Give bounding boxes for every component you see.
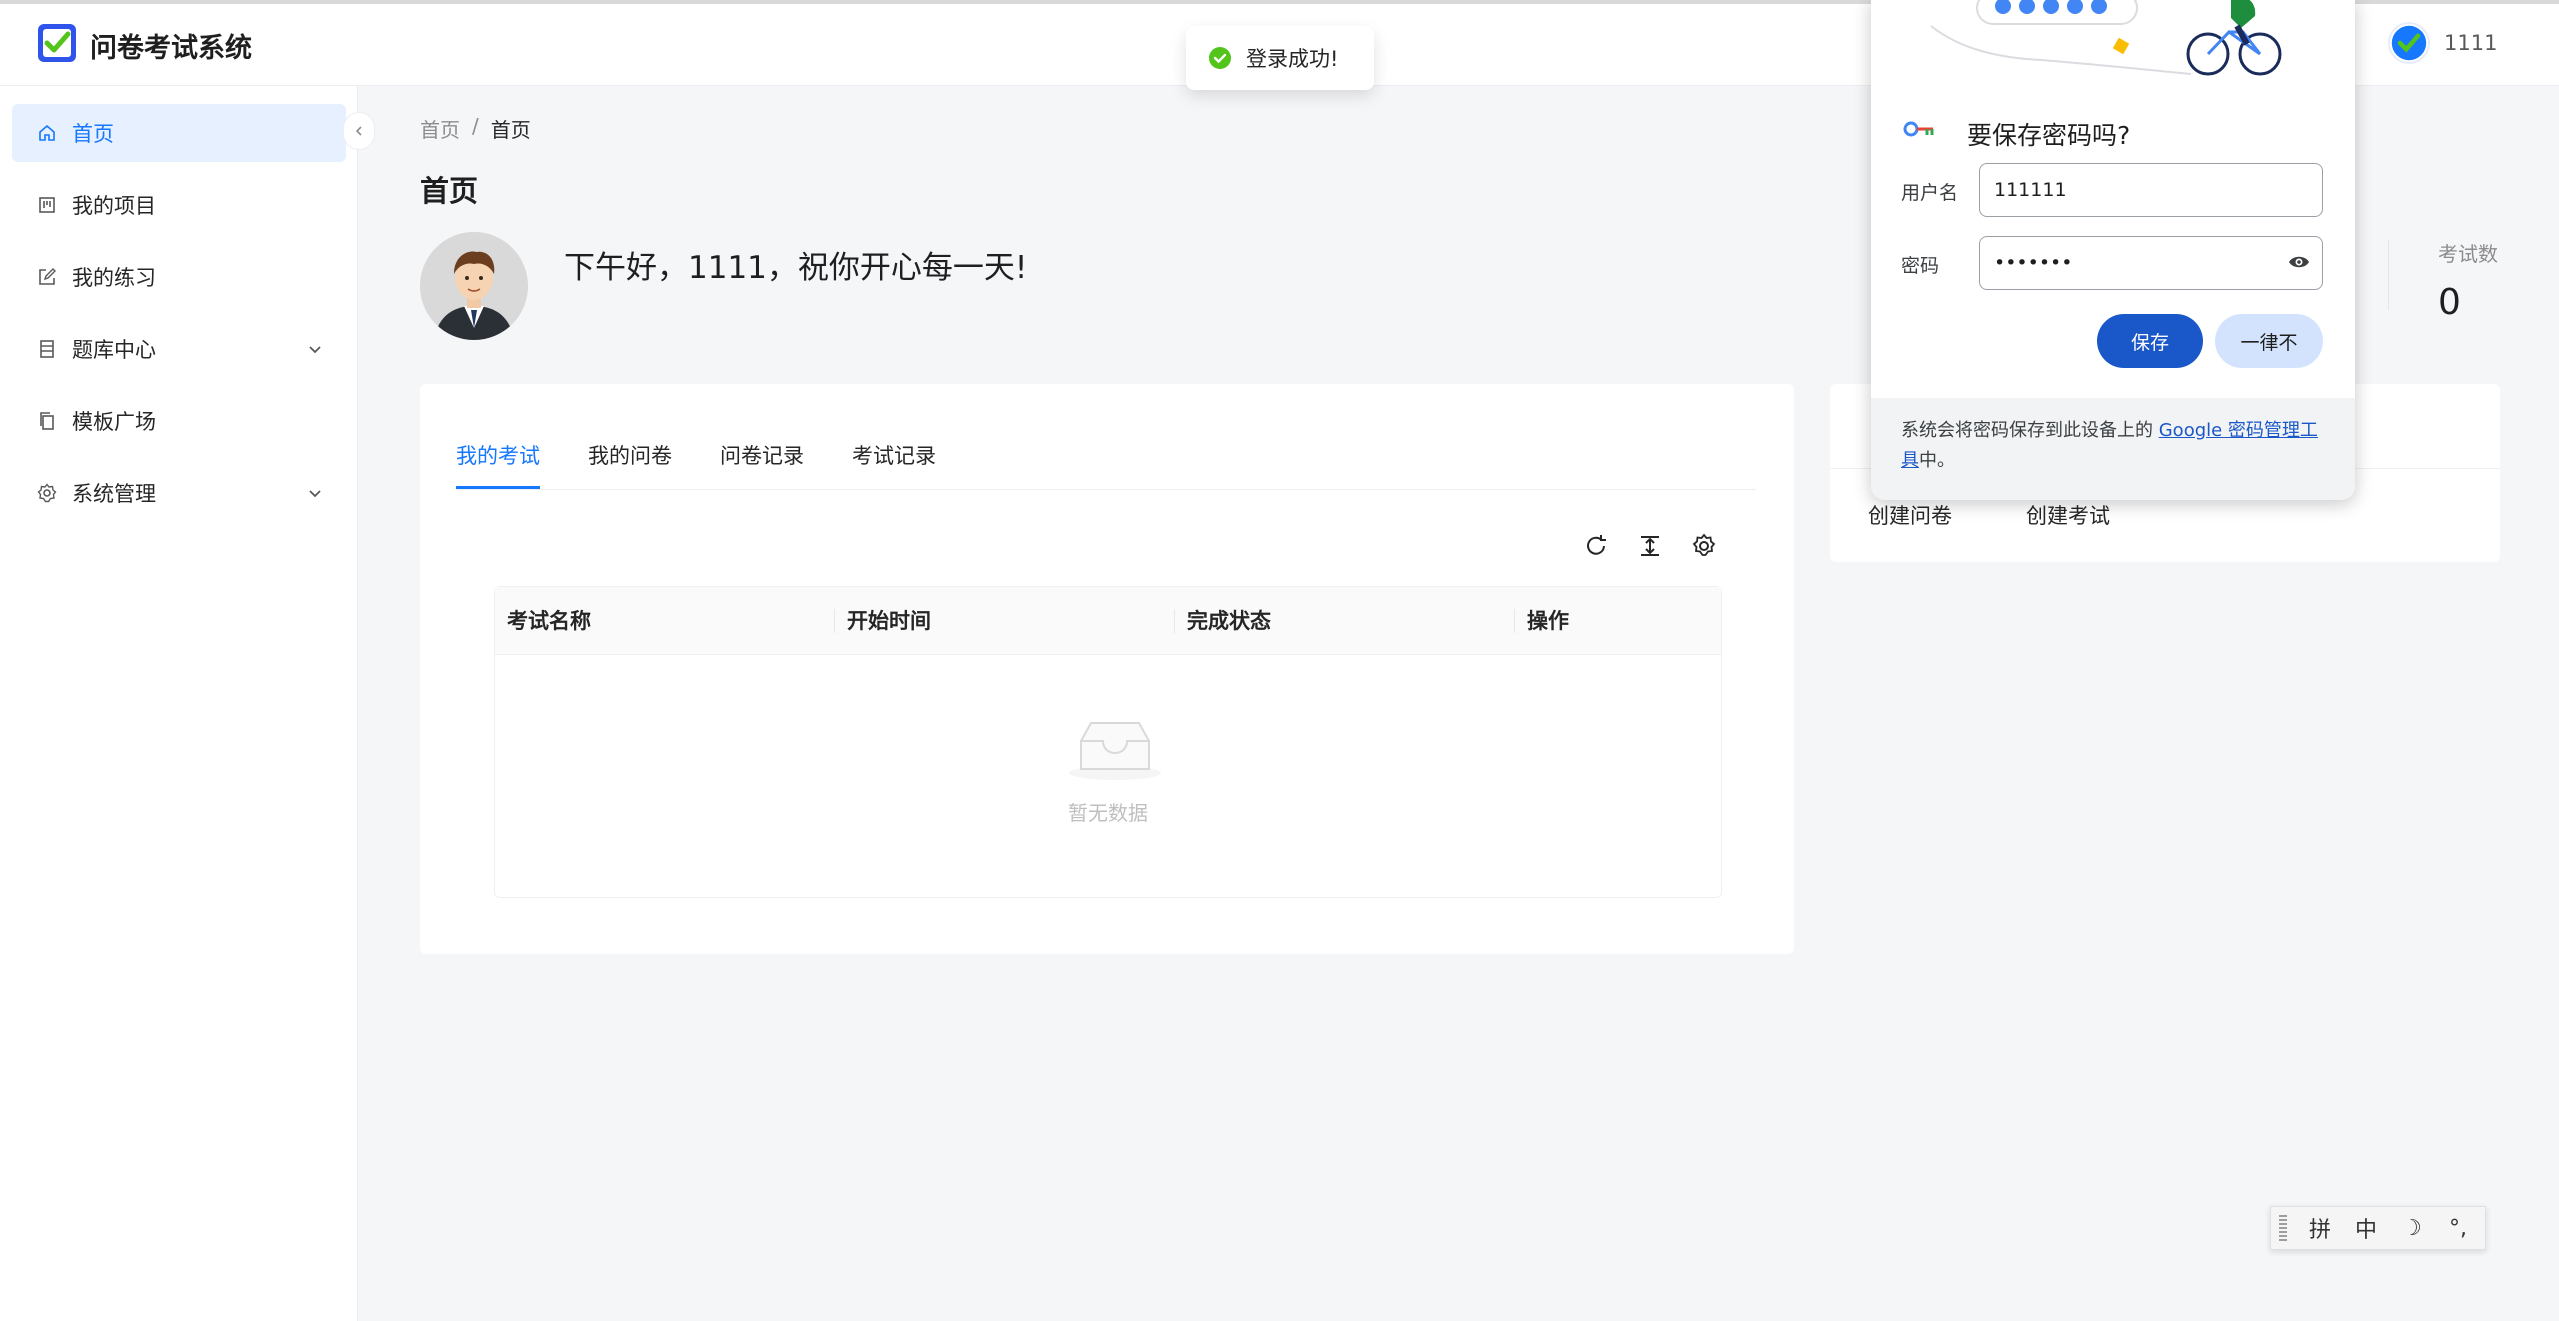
ime-pinyin-button[interactable]: 拼 <box>2297 1212 2343 1244</box>
save-password-dialog: 要保存密码吗? 用户名 111111 密码 ••••••• 保存 一律不 系统会… <box>1871 0 2355 500</box>
database-icon <box>36 338 58 360</box>
password-label: 密码 <box>1901 255 1940 277</box>
exams-table: 考试名称 开始时间 完成状态 操作 暂无数据 <box>494 586 1722 898</box>
reload-icon[interactable] <box>1582 532 1610 560</box>
column-header-actions: 操作 <box>1527 609 1569 633</box>
username-label: 用户名 <box>1901 182 1959 204</box>
empty-text: 暂无数据 <box>1068 801 1148 825</box>
profile-avatar <box>420 232 528 340</box>
sidebar-item-label: 我的练习 <box>72 266 156 290</box>
user-avatar-icon <box>2388 22 2430 64</box>
home-icon <box>36 122 58 144</box>
app-title: 问卷考试系统 <box>90 33 252 64</box>
active-tab-indicator <box>456 486 540 489</box>
username-field[interactable]: 111111 <box>1979 163 2323 217</box>
sidebar-item-label: 系统管理 <box>72 482 156 506</box>
password-footer: 系统会将密码保存到此设备上的 Google 密码管理工具中。 <box>1871 398 2355 500</box>
sidebar-item-question-bank[interactable]: 题库中心 <box>12 320 346 378</box>
password-illustration <box>1930 0 2282 76</box>
ime-toolbar: 拼 中 ☽ °, <box>2270 1206 2486 1250</box>
column-header-exam-name: 考试名称 <box>507 609 591 633</box>
footer-text: 系统会将密码保存到此设备上的 <box>1901 420 2153 441</box>
column-header-status: 完成状态 <box>1187 609 1271 633</box>
sidebar-item-system[interactable]: 系统管理 <box>12 464 346 522</box>
stat-divider <box>2388 240 2389 310</box>
save-password-button[interactable]: 保存 <box>2097 314 2203 368</box>
save-password-title: 要保存密码吗? <box>1967 121 2131 150</box>
create-survey-link[interactable]: 创建问卷 <box>1868 500 1952 530</box>
sidebar-item-label: 我的项目 <box>72 194 156 218</box>
gear-icon <box>36 482 58 504</box>
table-header: 考试名称 开始时间 完成状态 操作 <box>495 587 1721 655</box>
password-field[interactable]: ••••••• <box>1979 236 2323 290</box>
ime-halfwidth-button[interactable]: ☽ <box>2389 1216 2435 1241</box>
logo-icon[interactable] <box>36 22 78 64</box>
success-toast: 登录成功! <box>1186 26 1374 90</box>
sidebar-item-label: 首页 <box>72 122 114 146</box>
breadcrumb-separator: / <box>472 114 479 138</box>
tab-exam-records[interactable]: 考试记录 <box>852 440 936 490</box>
sidebar-item-label: 题库中心 <box>72 338 156 362</box>
key-icon <box>1903 121 1934 137</box>
greeting-text: 下午好，1111，祝你开心每一天! <box>564 250 1028 286</box>
tab-survey-records[interactable]: 问卷记录 <box>720 440 804 490</box>
chevron-down-icon <box>309 346 321 354</box>
project-icon <box>36 194 58 216</box>
user-menu[interactable]: 1111 <box>2388 22 2497 64</box>
create-exam-link[interactable]: 创建考试 <box>2026 500 2110 530</box>
user-name: 1111 <box>2444 31 2498 55</box>
sidebar-item-templates[interactable]: 模板广场 <box>12 392 346 450</box>
password-value: ••••••• <box>1994 252 2073 274</box>
page-title: 首页 <box>420 174 479 208</box>
breadcrumb-current: 首页 <box>490 118 531 142</box>
column-height-icon[interactable] <box>1636 532 1664 560</box>
tab-my-surveys[interactable]: 我的问卷 <box>588 440 672 490</box>
sidebar-item-practice[interactable]: 我的练习 <box>12 248 346 306</box>
chevron-left-icon <box>355 126 362 136</box>
edit-icon <box>36 266 58 288</box>
chevron-down-icon <box>309 490 321 498</box>
check-circle-icon <box>1209 47 1231 69</box>
records-tabs: 我的考试 我的问卷 问卷记录 考试记录 <box>456 440 1756 490</box>
column-header-start-time: 开始时间 <box>847 609 931 633</box>
footer-suffix: 中。 <box>1919 450 1955 471</box>
toast-text: 登录成功! <box>1246 47 1339 71</box>
never-save-button[interactable]: 一律不 <box>2215 314 2323 368</box>
records-card: 我的考试 我的问卷 问卷记录 考试记录 考试名称 开始时间 完成状态 操作 暂无… <box>420 384 1794 954</box>
copy-icon <box>36 410 58 432</box>
sidebar-item-label: 模板广场 <box>72 410 156 434</box>
sidebar: 首页 我的项目 我的练习 题库中心 模板广场 系统管理 <box>0 86 358 1321</box>
breadcrumb: 首页 / 首页 <box>420 114 531 143</box>
ime-punctuation-button[interactable]: °, <box>2435 1216 2481 1241</box>
ime-chinese-mode-button[interactable]: 中 <box>2343 1212 2389 1244</box>
exam-count-label: 考试数 <box>2438 242 2498 266</box>
username-value: 111111 <box>1994 179 2067 201</box>
exam-count-value: 0 <box>2438 282 2461 323</box>
sidebar-item-home[interactable]: 首页 <box>12 104 346 162</box>
eye-icon[interactable] <box>2288 254 2310 270</box>
drag-handle-icon[interactable] <box>2279 1215 2287 1241</box>
breadcrumb-root[interactable]: 首页 <box>420 114 460 143</box>
tab-my-exams[interactable]: 我的考试 <box>456 440 540 490</box>
sidebar-collapse-button[interactable] <box>343 112 375 150</box>
sidebar-item-projects[interactable]: 我的项目 <box>12 176 346 234</box>
setting-icon[interactable] <box>1690 532 1718 560</box>
empty-inbox-icon <box>1069 722 1161 780</box>
